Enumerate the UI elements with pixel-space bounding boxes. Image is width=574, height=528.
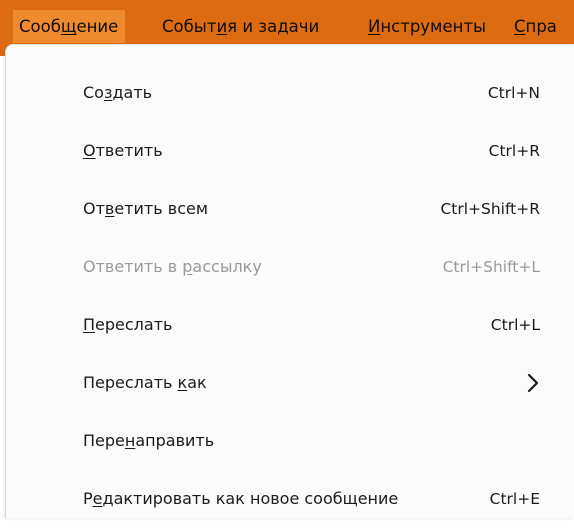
menu-item-label: Переслать как (83, 373, 207, 392)
chevron-right-icon (527, 373, 539, 393)
menu-item-label: Создать (83, 83, 153, 102)
menubar-item-tools[interactable]: Инструменты (362, 10, 493, 43)
menu-item-label: Ответить всем (83, 199, 208, 218)
menu-item-label: Ответить (83, 141, 163, 160)
menu-item-edit-as-new[interactable]: Редактировать как новое сообщение Ctrl+E (6, 470, 574, 528)
menu-item-shortcut: Ctrl+N (487, 84, 540, 102)
menu-item-label: Редактировать как новое сообщение (83, 489, 399, 508)
menu-item-label: Перенаправить (83, 431, 215, 450)
menubar-item-events-tasks[interactable]: События и задачи (156, 10, 326, 43)
menubar-item-label: Спра (514, 17, 557, 36)
menu-item-forward[interactable]: Переслать Ctrl+L (6, 296, 574, 354)
menubar-item-label: События и задачи (162, 17, 320, 36)
menu-item-new[interactable]: Создать Ctrl+N (6, 64, 574, 122)
message-dropdown-menu: Создать Ctrl+N Ответить Ctrl+R Ответить … (5, 44, 574, 518)
menu-item-label: Ответить в рассылку (83, 257, 262, 276)
menubar-item-label: Сообщение (19, 17, 119, 36)
menu-item-shortcut: Ctrl+R (488, 142, 540, 160)
menubar-item-message[interactable]: Сообщение (13, 10, 126, 43)
menu-item-shortcut: Ctrl+E (489, 490, 540, 508)
menubar-item-help[interactable]: Спра (508, 10, 564, 43)
menubar-item-label: Инструменты (368, 17, 487, 36)
menu-item-reply[interactable]: Ответить Ctrl+R (6, 122, 574, 180)
menu-item-shortcut: Ctrl+Shift+L (442, 258, 540, 276)
menu-item-reply-all[interactable]: Ответить всем Ctrl+Shift+R (6, 180, 574, 238)
menu-item-reply-list: Ответить в рассылку Ctrl+Shift+L (6, 238, 574, 296)
menu-item-shortcut: Ctrl+Shift+R (440, 200, 540, 218)
menu-item-forward-as[interactable]: Переслать как (6, 354, 574, 412)
menu-item-shortcut: Ctrl+L (490, 316, 540, 334)
menu-item-label: Переслать (83, 315, 173, 334)
menu-item-redirect[interactable]: Перенаправить (6, 412, 574, 470)
